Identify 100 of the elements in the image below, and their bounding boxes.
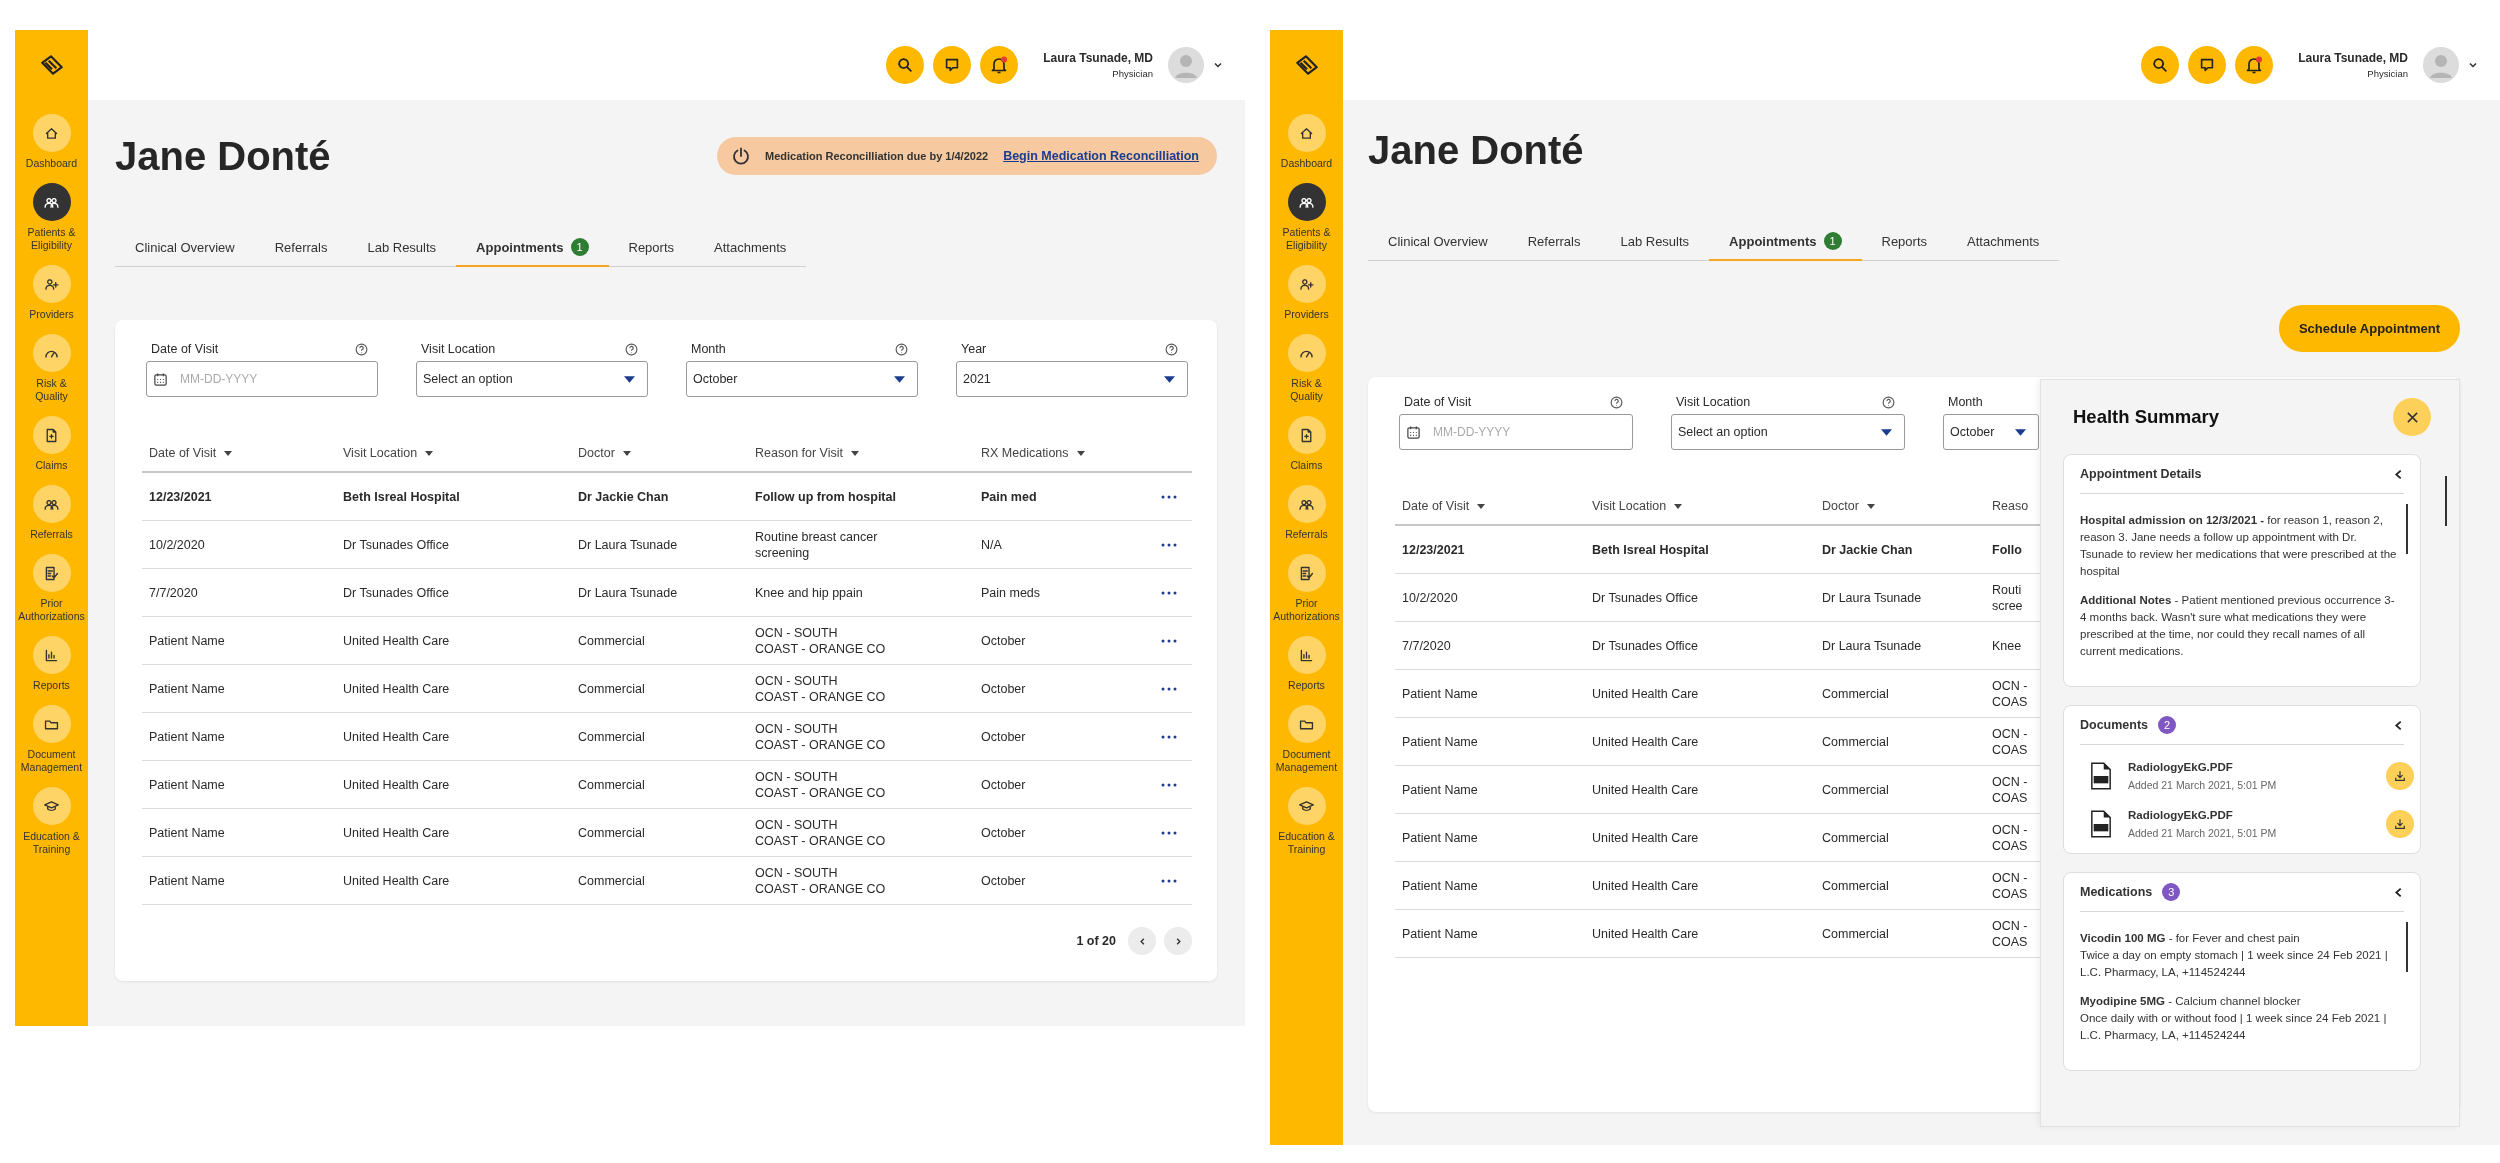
nav-item[interactable]: Risk & Quality [1270,334,1343,403]
column-header[interactable]: Date of Visit [1402,499,1592,513]
more-icon[interactable] [1161,782,1177,787]
tab[interactable]: Clinical Overview [1368,223,1508,261]
schedule-appointment-button[interactable]: Schedule Appointment [2278,305,2460,352]
tab[interactable]: Appointments 1 [1709,223,1862,261]
more-icon[interactable] [1161,878,1177,883]
column-header[interactable]: Reaso [1992,499,2040,513]
more-icon[interactable] [1161,494,1177,499]
reconciliation-link[interactable]: Begin Medication Reconcilliation [1003,149,1199,163]
table-cell-text: OCN - COAS [1992,869,2029,902]
more-icon[interactable] [1161,542,1177,547]
banner-text: Medication Reconcilliation due by 1/4/2022 [765,150,990,162]
count-badge: 1 [570,238,589,256]
column-header[interactable]: RX Medications [981,446,1146,460]
scrollbar[interactable] [2406,922,2408,972]
date-field[interactable]: MM-DD-YYYY [146,361,378,397]
column-header[interactable]: Date of Visit [149,446,343,460]
select-field[interactable]: Select an option [1671,414,1905,450]
table-cell-text: OCN - SOUTH COAST - ORANGE CO [755,816,887,849]
download-button[interactable] [2386,810,2414,838]
tab[interactable]: Appointments 1 [456,229,609,267]
more-icon[interactable] [1161,590,1177,595]
date-input[interactable]: MM-DD-YYYY [178,371,332,387]
tab-label: Appointments [1729,233,1817,249]
column-header[interactable]: Doctor [578,446,755,460]
help-icon[interactable] [1882,395,1895,409]
column-header[interactable]: Visit Location [1592,499,1822,513]
nav-item[interactable]: Document Management [1270,705,1343,774]
nav-item[interactable]: Providers [15,265,88,321]
more-icon[interactable] [1161,638,1177,643]
table-cell-text: OCN - COAS [1992,917,2029,950]
help-icon[interactable] [1165,342,1178,356]
select-field[interactable]: October [1943,414,2039,450]
nav-item[interactable]: Education & Training [15,787,88,856]
nav-item[interactable]: Reports [1270,636,1343,692]
field-label: Visit Location [1676,395,1751,409]
scrollbar[interactable] [2406,504,2408,554]
table-cell-text: OCN - COAS [1992,821,2029,854]
date-input[interactable]: MM-DD-YYYY [1431,424,1585,440]
column-header[interactable]: Doctor [1822,499,1992,513]
tab[interactable]: Attachments [694,229,807,267]
select-field[interactable]: 2021 [956,361,1188,397]
nav-item[interactable]: Prior Authorizations [15,554,88,623]
nav-item[interactable]: Education & Training [1270,787,1343,856]
nav-item[interactable]: Dashboard [15,114,88,170]
tab[interactable]: Referrals [1507,223,1601,261]
caret-icon [1164,375,1175,383]
tab[interactable]: Reports [1861,223,1948,261]
help-icon[interactable] [625,342,638,356]
nav-item[interactable]: Patients & Eligibility [15,183,88,252]
nav-item[interactable]: Claims [15,416,88,472]
search-button[interactable] [2141,46,2180,84]
more-icon[interactable] [1161,830,1177,835]
more-icon[interactable] [1161,734,1177,739]
notifications-button[interactable] [980,46,1019,84]
tab[interactable]: Lab Results [347,229,457,267]
chevron-left-icon[interactable] [2393,719,2404,731]
column-header[interactable]: Visit Location [343,446,578,460]
nav-item[interactable]: Referrals [1270,485,1343,541]
chevron-left-icon[interactable] [2393,886,2404,898]
table-cell-text: OCN - SOUTH COAST - ORANGE CO [755,864,887,897]
nav-item[interactable]: Claims [1270,416,1343,472]
nav-item[interactable]: Providers [1270,265,1343,321]
select-field[interactable]: October [686,361,918,397]
patient-name: Jane Donté [115,133,331,179]
column-header[interactable]: Reason for Visit [755,446,981,460]
chevron-left-icon[interactable] [2393,468,2404,480]
help-icon[interactable] [1610,395,1623,409]
help-icon[interactable] [895,342,908,356]
date-field[interactable]: MM-DD-YYYY [1399,414,1633,450]
tab-label: Clinical Overview [1388,233,1488,249]
tab[interactable]: Reports [608,229,695,267]
nav-item[interactable]: Risk & Quality [15,334,88,403]
tab[interactable]: Attachments [1947,223,2060,261]
download-button[interactable] [2386,762,2414,790]
nav-item[interactable]: Document Management [15,705,88,774]
notifications-button[interactable] [2235,46,2274,84]
nav-item[interactable]: Referrals [15,485,88,541]
nav-item[interactable]: Prior Authorizations [1270,554,1343,623]
select-field[interactable]: Select an option [416,361,648,397]
close-button[interactable] [2393,398,2431,436]
nav-item[interactable]: Patients & Eligibility [1270,183,1343,252]
tab[interactable]: Referrals [254,229,348,267]
help-icon[interactable] [355,342,368,356]
nav-item[interactable]: Reports [15,636,88,692]
tab[interactable]: Clinical Overview [115,229,255,267]
document-name[interactable]: RadiologyEkG.PDF [2128,761,2370,773]
tab[interactable]: Lab Results [1600,223,1710,261]
sort-caret-icon [224,450,233,456]
document-name[interactable]: RadiologyEkG.PDF [2128,809,2370,821]
scrollbar[interactable] [2445,476,2447,526]
table-cell-text: Routi scree [1992,581,2024,614]
chevron-down-icon[interactable] [2468,60,2478,70]
chat-button[interactable] [933,46,972,84]
chat-button[interactable] [2188,46,2227,84]
nav-item[interactable]: Dashboard [1270,114,1343,170]
chevron-down-icon[interactable] [1213,60,1223,70]
search-button[interactable] [886,46,925,84]
more-icon[interactable] [1161,686,1177,691]
